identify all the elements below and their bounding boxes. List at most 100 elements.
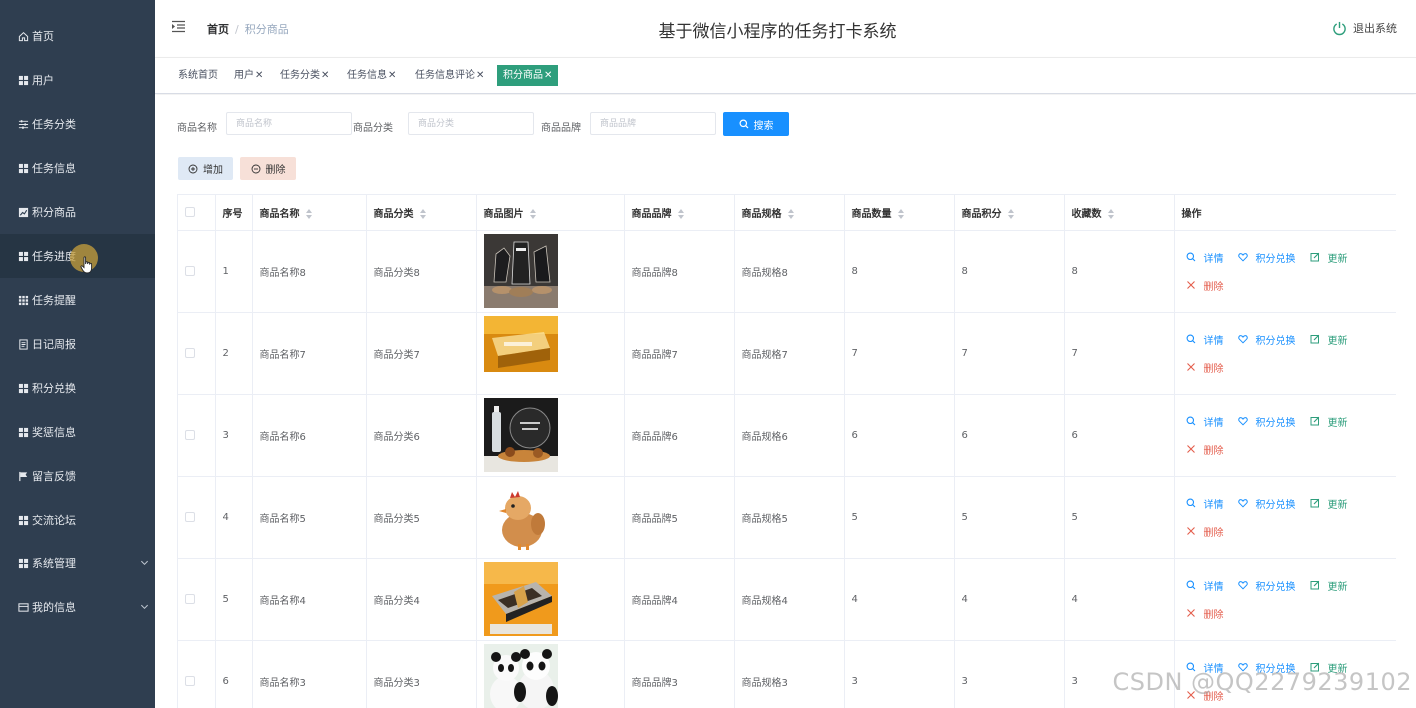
- close-icon[interactable]: ✕: [321, 70, 329, 81]
- tag-task-comments[interactable]: 任务信息评论✕: [412, 65, 487, 86]
- product-image[interactable]: [483, 398, 558, 472]
- exchange-button[interactable]: 积分兑换: [1237, 414, 1296, 429]
- detail-button[interactable]: 详情: [1186, 332, 1224, 347]
- close-icon[interactable]: ✕: [255, 70, 263, 81]
- detail-button[interactable]: 详情: [1186, 578, 1224, 593]
- tag-task-info[interactable]: 任务信息✕: [344, 65, 399, 86]
- header-name[interactable]: 商品名称: [252, 195, 367, 231]
- detail-button[interactable]: 详情: [1186, 250, 1224, 265]
- row-checkbox[interactable]: [185, 347, 195, 358]
- sort-icon[interactable]: [419, 208, 427, 219]
- remove-button[interactable]: 删除: [1186, 524, 1224, 539]
- update-label: 更新: [1327, 499, 1348, 511]
- exchange-button[interactable]: 积分兑换: [1237, 250, 1296, 265]
- minus-circle-icon: [251, 164, 260, 173]
- detail-button[interactable]: 详情: [1186, 496, 1224, 511]
- search-button[interactable]: 搜索: [723, 112, 789, 136]
- exchange-button[interactable]: 积分兑换: [1237, 332, 1296, 347]
- tag-users[interactable]: 用户✕: [231, 65, 266, 86]
- exchange-button[interactable]: 积分兑换: [1237, 578, 1296, 593]
- cell-brand: 商品品牌4: [624, 558, 735, 641]
- sidebar-item-rewards[interactable]: 奖惩信息: [0, 410, 155, 454]
- header-brand[interactable]: 商品品牌: [624, 195, 735, 231]
- table-row: 4 商品名称5 商品分类5 商品品牌5 商品规格5 5 5 5 详情 积分兑换 更新 删除: [178, 476, 1396, 559]
- sidebar-item-home[interactable]: 首页: [0, 14, 155, 58]
- edit-icon: [1310, 416, 1324, 426]
- header-label: 商品名称: [259, 208, 300, 220]
- remove-button[interactable]: 删除: [1186, 606, 1224, 621]
- sidebar-item-task-reminder[interactable]: 任务提醒: [0, 278, 155, 322]
- power-icon: [1333, 21, 1346, 35]
- header-quantity[interactable]: 商品数量: [844, 195, 955, 231]
- sort-icon[interactable]: [1007, 208, 1015, 219]
- update-button[interactable]: 更新: [1310, 250, 1348, 265]
- close-icon: [1186, 690, 1200, 700]
- header-category[interactable]: 商品分类: [366, 195, 477, 231]
- remove-button[interactable]: 删除: [1186, 688, 1224, 703]
- remove-button[interactable]: 删除: [1186, 442, 1224, 457]
- sort-icon[interactable]: [305, 208, 313, 219]
- sidebar-item-my-info[interactable]: 我的信息: [0, 585, 155, 629]
- cell-brand: 商品品牌6: [624, 394, 735, 477]
- sort-icon[interactable]: [677, 208, 685, 219]
- close-icon[interactable]: ✕: [544, 70, 552, 81]
- row-checkbox[interactable]: [185, 511, 195, 522]
- update-button[interactable]: 更新: [1310, 660, 1348, 675]
- search-brand-input[interactable]: [590, 112, 716, 135]
- header-spec[interactable]: 商品规格: [734, 195, 845, 231]
- product-image[interactable]: [483, 480, 558, 554]
- detail-button[interactable]: 详情: [1186, 660, 1224, 675]
- sidebar-item-label: 积分商品: [32, 206, 76, 219]
- detail-button[interactable]: 详情: [1186, 414, 1224, 429]
- exchange-button[interactable]: 积分兑换: [1237, 660, 1296, 675]
- goods-table: 序号 商品名称 商品分类 商品图片 商品品牌 商品规格 商品数量 商品积分 收藏…: [177, 194, 1396, 708]
- search-name-label: 商品名称: [177, 123, 217, 134]
- select-all-checkbox[interactable]: [185, 206, 195, 217]
- close-icon[interactable]: ✕: [388, 70, 396, 81]
- search-name-input[interactable]: [226, 112, 352, 135]
- logout-button[interactable]: 退出系统: [1332, 20, 1397, 36]
- sort-icon[interactable]: [529, 208, 537, 219]
- sidebar-item-points-goods[interactable]: 积分商品: [0, 190, 155, 234]
- tag-home[interactable]: 系统首页: [175, 65, 221, 86]
- remove-button[interactable]: 删除: [1186, 360, 1224, 375]
- close-icon[interactable]: ✕: [476, 70, 484, 81]
- sidebar-item-system[interactable]: 系统管理: [0, 541, 155, 585]
- delete-button[interactable]: 删除: [240, 157, 296, 180]
- product-image[interactable]: [483, 316, 558, 390]
- update-button[interactable]: 更新: [1310, 332, 1348, 347]
- sidebar-item-task-info[interactable]: 任务信息: [0, 146, 155, 190]
- remove-button[interactable]: 删除: [1186, 278, 1224, 293]
- sidebar-item-label: 任务提醒: [32, 294, 76, 307]
- sidebar-item-points-exchange[interactable]: 积分兑换: [0, 366, 155, 410]
- header-points[interactable]: 商品积分: [954, 195, 1065, 231]
- add-button[interactable]: 增加: [178, 157, 233, 180]
- sort-icon[interactable]: [787, 208, 795, 219]
- header-favorites[interactable]: 收藏数: [1064, 195, 1175, 231]
- sidebar-item-forum[interactable]: 交流论坛: [0, 498, 155, 542]
- update-button[interactable]: 更新: [1310, 578, 1348, 593]
- search-category-input[interactable]: [408, 112, 534, 135]
- sidebar-item-task-category[interactable]: 任务分类: [0, 102, 155, 146]
- sort-icon[interactable]: [897, 208, 905, 219]
- row-checkbox[interactable]: [185, 593, 195, 604]
- product-image[interactable]: [483, 644, 558, 708]
- header-image[interactable]: 商品图片: [476, 195, 625, 231]
- detail-label: 详情: [1203, 417, 1224, 429]
- product-image[interactable]: [483, 234, 558, 308]
- product-image[interactable]: [483, 562, 558, 636]
- tag-points-goods[interactable]: 积分商品✕: [497, 65, 559, 86]
- sort-icon[interactable]: [1107, 208, 1115, 219]
- home-icon: [18, 31, 29, 42]
- exchange-button[interactable]: 积分兑换: [1237, 496, 1296, 511]
- tag-task-category[interactable]: 任务分类✕: [277, 65, 332, 86]
- sidebar-item-diary[interactable]: 日记周报: [0, 322, 155, 366]
- sidebar-item-feedback[interactable]: 留言反馈: [0, 454, 155, 498]
- row-checkbox[interactable]: [185, 265, 195, 276]
- update-button[interactable]: 更新: [1310, 496, 1348, 511]
- row-checkbox[interactable]: [185, 675, 195, 686]
- update-button[interactable]: 更新: [1310, 414, 1348, 429]
- search-icon: [1186, 334, 1200, 344]
- row-checkbox[interactable]: [185, 429, 195, 440]
- sidebar-item-users[interactable]: 用户: [0, 58, 155, 102]
